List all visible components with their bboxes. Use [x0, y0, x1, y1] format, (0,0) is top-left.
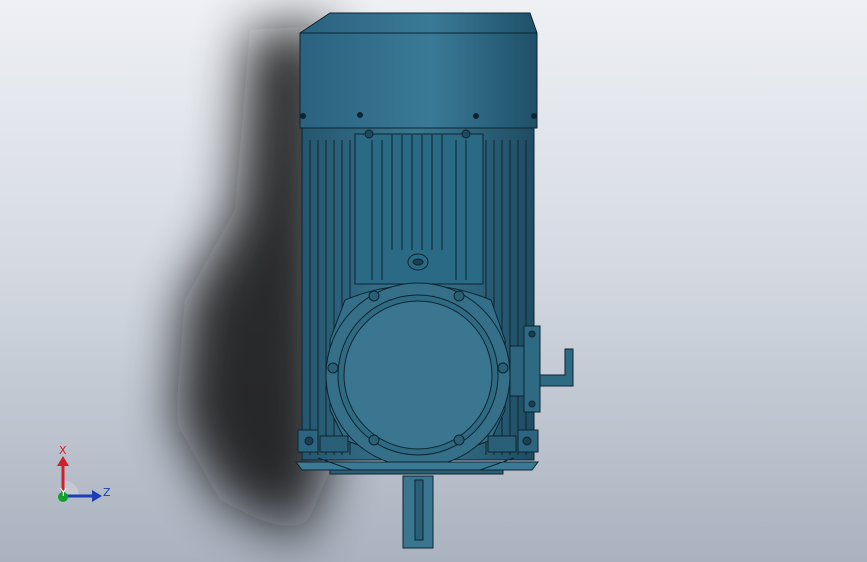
x-axis-arrowhead — [57, 456, 69, 466]
z-axis-label: Z — [103, 486, 111, 499]
bolt — [327, 362, 339, 374]
bolt — [368, 290, 380, 302]
z-axis-arrowhead — [92, 490, 102, 502]
bolt — [368, 434, 380, 446]
bolt — [497, 362, 509, 374]
coordinate-triad[interactable]: X Y Z — [48, 440, 118, 510]
fan-cowl[interactable] — [299, 12, 538, 129]
output-shaft[interactable] — [402, 475, 434, 549]
x-axis-label: X — [59, 444, 67, 457]
electric-motor-model[interactable] — [295, 12, 574, 549]
end-flange[interactable] — [325, 282, 511, 468]
cad-viewport[interactable] — [0, 0, 867, 562]
y-axis-label: Y — [59, 486, 67, 499]
lifting-eye[interactable] — [407, 253, 429, 271]
bolt — [453, 290, 465, 302]
bolt — [453, 434, 465, 446]
